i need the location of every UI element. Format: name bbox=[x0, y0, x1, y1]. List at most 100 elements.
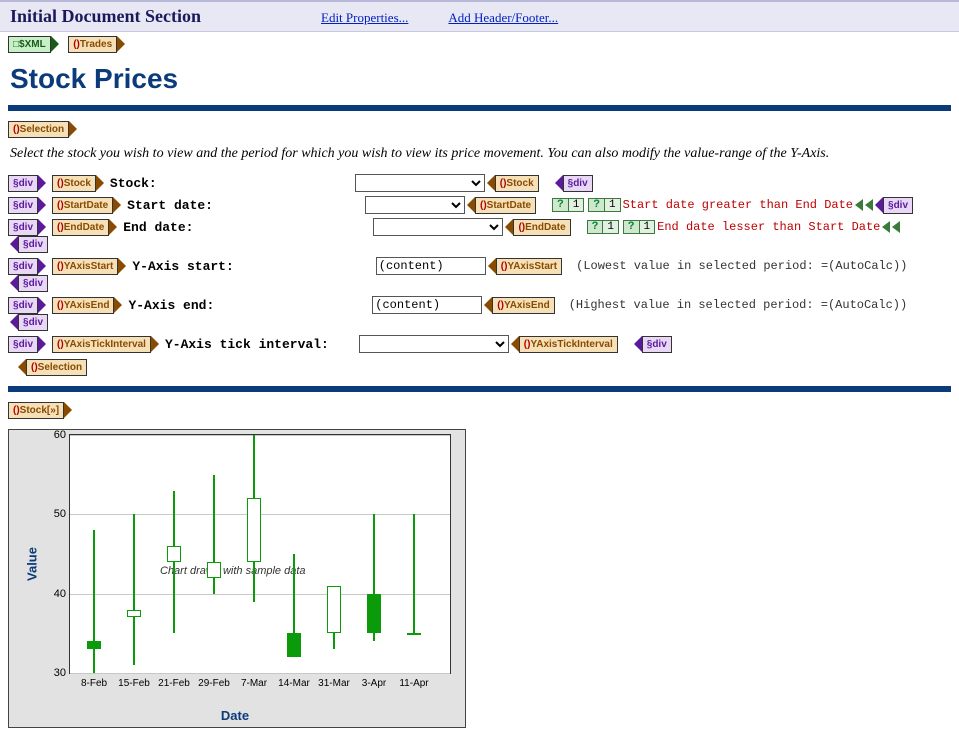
yaxisstart-label: Y-Axis start: bbox=[132, 259, 233, 274]
row-yaxisstart: §div ()YAxisStart Y-Axis start: ()YAxisS… bbox=[0, 255, 959, 294]
candle-body bbox=[327, 586, 341, 634]
chart-area: Chart drawn with sample data 304050608-F… bbox=[57, 434, 459, 694]
xtick-label: 8-Feb bbox=[81, 678, 107, 689]
div-tag-close-6[interactable]: §div bbox=[642, 336, 672, 353]
cond-block-4[interactable]: ?1 bbox=[623, 220, 655, 234]
div-tag-close-2[interactable]: §div bbox=[883, 197, 913, 214]
enddate-tag-open[interactable]: ()EndDate bbox=[52, 219, 109, 236]
ytick-tag-close[interactable]: ()YAxisTickInterval bbox=[519, 336, 618, 353]
div-tag-open-5[interactable]: §div bbox=[8, 297, 38, 314]
xtick-label: 15-Feb bbox=[118, 678, 150, 689]
div-tag-open-3[interactable]: §div bbox=[8, 219, 38, 236]
ytick-label: 30 bbox=[42, 667, 66, 679]
div-tag-open-4[interactable]: §div bbox=[8, 258, 38, 275]
xml-tag[interactable]: □$XML bbox=[8, 36, 51, 53]
startdate-label: Start date: bbox=[127, 198, 213, 213]
row-enddate: §div ()EndDate End date: ()EndDate ?1 ?1… bbox=[0, 216, 959, 255]
candle-body bbox=[287, 633, 301, 657]
candle-body bbox=[167, 546, 181, 562]
div-tag-close[interactable]: §div bbox=[563, 175, 593, 192]
ytick-label: 60 bbox=[42, 429, 66, 441]
ytick-select[interactable] bbox=[359, 335, 509, 353]
xtick-label: 3-Apr bbox=[362, 678, 386, 689]
xtick-label: 21-Feb bbox=[158, 678, 190, 689]
chart-container: Value Chart drawn with sample data 30405… bbox=[8, 429, 466, 728]
row-stock: §div ()Stock Stock: ()Stock §div bbox=[0, 172, 959, 194]
cond-end-icon-2 bbox=[865, 199, 873, 211]
cond-block-2[interactable]: ?1 bbox=[588, 198, 620, 212]
enddate-select[interactable] bbox=[373, 218, 503, 236]
chart-plot: Chart drawn with sample data 304050608-F… bbox=[69, 434, 451, 674]
div-tag-close-3[interactable]: §div bbox=[18, 236, 48, 253]
candle-wick bbox=[173, 491, 175, 634]
div-tag-open-6[interactable]: §div bbox=[8, 336, 38, 353]
candle-body bbox=[207, 562, 221, 578]
yaxisend-hint: (Highest value in selected period: =(Aut… bbox=[569, 298, 907, 312]
header-title: Initial Document Section bbox=[10, 6, 201, 27]
yaxisend-tag-close[interactable]: ()YAxisEnd bbox=[492, 297, 554, 314]
ytick-label: Y-Axis tick interval: bbox=[165, 337, 329, 352]
trades-tag-open[interactable]: ()Trades bbox=[68, 36, 117, 53]
yaxisstart-tag-open[interactable]: ()YAxisStart bbox=[52, 258, 118, 275]
startdate-tag-close[interactable]: ()StartDate bbox=[475, 197, 536, 214]
ytick-label: 50 bbox=[42, 508, 66, 520]
candle-body bbox=[367, 594, 381, 634]
yaxisstart-hint: (Lowest value in selected period: =(Auto… bbox=[576, 259, 907, 273]
ytick-label: 40 bbox=[42, 588, 66, 600]
stock-label: Stock: bbox=[110, 176, 157, 191]
add-header-footer-link[interactable]: Add Header/Footer... bbox=[448, 10, 558, 26]
candle-wick bbox=[413, 514, 415, 633]
header-bar: Initial Document Section Edit Properties… bbox=[0, 0, 959, 32]
page-title: Stock Prices bbox=[10, 63, 949, 95]
div-tag-close-5[interactable]: §div bbox=[18, 314, 48, 331]
enddate-label: End date: bbox=[123, 220, 193, 235]
yaxisend-tag-open[interactable]: ()YAxisEnd bbox=[52, 297, 114, 314]
cond-end-icon bbox=[855, 199, 863, 211]
intro-text: Select the stock you wish to view and th… bbox=[10, 146, 949, 162]
xtick-label: 14-Mar bbox=[278, 678, 310, 689]
stock-tag-close[interactable]: ()Stock bbox=[495, 175, 539, 192]
candle-body bbox=[87, 641, 101, 649]
chart-annotation: Chart drawn with sample data bbox=[160, 565, 306, 577]
selection-tag-open[interactable]: ()Selection bbox=[8, 121, 69, 138]
startdate-tag-open[interactable]: ()StartDate bbox=[52, 197, 113, 214]
edit-properties-link[interactable]: Edit Properties... bbox=[321, 10, 408, 26]
candle-body bbox=[407, 633, 421, 635]
cond-block-3[interactable]: ?1 bbox=[587, 220, 619, 234]
candle-body bbox=[247, 498, 261, 561]
chart-ylabel: Value bbox=[24, 547, 39, 581]
row-startdate: §div ()StartDate Start date: ()StartDate… bbox=[0, 194, 959, 216]
selection-close-row: ()Selection bbox=[0, 355, 959, 380]
selection-open-row: ()Selection bbox=[0, 117, 959, 142]
rule-1 bbox=[8, 105, 951, 111]
yaxisend-input[interactable] bbox=[372, 296, 482, 314]
startdate-error: Start date greater than End Date bbox=[623, 198, 853, 212]
chart-xlabel: Date bbox=[11, 708, 459, 723]
xtick-label: 29-Feb bbox=[198, 678, 230, 689]
selection-tag-close[interactable]: ()Selection bbox=[26, 359, 87, 376]
stock-select[interactable] bbox=[355, 174, 485, 192]
row-yaxisend: §div ()YAxisEnd Y-Axis end: ()YAxisEnd (… bbox=[0, 294, 959, 333]
candle-wick bbox=[93, 530, 95, 673]
cond-end-icon-3 bbox=[882, 221, 890, 233]
cond-block-1[interactable]: ?1 bbox=[552, 198, 584, 212]
xtick-label: 7-Mar bbox=[241, 678, 267, 689]
yaxisstart-input[interactable] bbox=[376, 257, 486, 275]
xtick-label: 31-Mar bbox=[318, 678, 350, 689]
yaxisend-label: Y-Axis end: bbox=[128, 298, 214, 313]
ytick-tag-open[interactable]: ()YAxisTickInterval bbox=[52, 336, 151, 353]
stock-iter-row: ()Stock[»] bbox=[0, 398, 959, 423]
stock-tag-open[interactable]: ()Stock bbox=[52, 175, 96, 192]
cond-end-icon-4 bbox=[892, 221, 900, 233]
startdate-select[interactable] bbox=[365, 196, 465, 214]
rule-2 bbox=[8, 386, 951, 392]
div-tag-open-2[interactable]: §div bbox=[8, 197, 38, 214]
candle-body bbox=[127, 610, 141, 618]
div-tag-open[interactable]: §div bbox=[8, 175, 38, 192]
candle-wick bbox=[133, 514, 135, 665]
enddate-tag-close[interactable]: ()EndDate bbox=[513, 219, 570, 236]
stock-iter-tag[interactable]: ()Stock[»] bbox=[8, 402, 64, 419]
div-tag-close-4[interactable]: §div bbox=[18, 275, 48, 292]
root-tags-row: □$XML ()Trades bbox=[0, 32, 959, 57]
yaxisstart-tag-close[interactable]: ()YAxisStart bbox=[496, 258, 562, 275]
